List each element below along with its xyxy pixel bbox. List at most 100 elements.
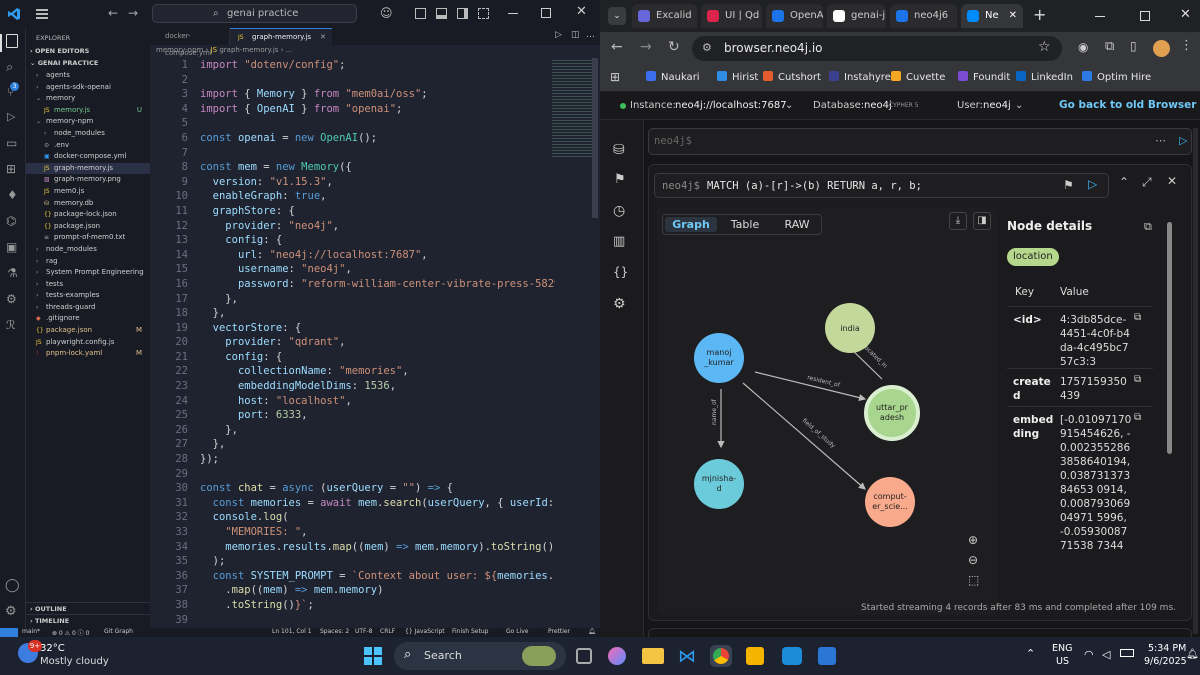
browser-close-icon[interactable]: ✕ xyxy=(1180,7,1191,22)
tray-chevron-icon[interactable]: ⌃ xyxy=(1026,647,1035,660)
bookmark-item[interactable]: Cutshort xyxy=(763,71,821,83)
file-tree-item[interactable]: ! pnpm-lock.yaml M xyxy=(26,348,150,360)
file-tree-item[interactable]: JS playwright.config.js xyxy=(26,337,150,349)
code-line[interactable]: 9 version: "v1.15.3", xyxy=(150,175,555,190)
close-icon[interactable]: ✕ xyxy=(576,4,587,19)
code-line[interactable]: 8 const mem = new Memory({ xyxy=(150,160,555,175)
file-tree-item[interactable]: › threads-guard xyxy=(26,302,150,314)
tab-docker-compose[interactable]: docker-compose.yml xyxy=(150,28,230,57)
bookmark-item[interactable]: Instahyre xyxy=(829,71,891,83)
taskbar-search[interactable]: ⌕ Search xyxy=(394,642,566,670)
language-code[interactable]: ENG xyxy=(1052,643,1072,654)
extensions-icon[interactable]: ⊞ xyxy=(6,162,16,176)
code-line[interactable]: 7 xyxy=(150,146,555,161)
copy-value-icon[interactable]: ⧉ xyxy=(1134,374,1141,385)
account-icon[interactable]: ◯ xyxy=(5,578,20,593)
status-indentation[interactable]: Spaces: 2 xyxy=(320,628,349,635)
database-value[interactable]: neo4j xyxy=(864,100,892,111)
code-line[interactable]: 17 }, xyxy=(150,292,555,307)
forward-arrow-icon[interactable]: → xyxy=(128,6,138,20)
run-query-icon[interactable]: ▷ xyxy=(1179,134,1187,147)
keyboard-layout[interactable]: US xyxy=(1056,656,1069,667)
browser-menu-icon[interactable]: ⋮ xyxy=(1180,38,1193,53)
chrome-taskbar-active[interactable] xyxy=(710,645,732,667)
editor-scrollbar[interactable] xyxy=(592,58,598,218)
cypher-editor[interactable]: neo4j$ ⋯ ▷ xyxy=(648,128,1192,155)
frame-query[interactable]: neo4j$ MATCH (a)-[r]->(b) RETURN a, r, b… xyxy=(654,173,1109,198)
user-value[interactable]: neo4j xyxy=(983,100,1011,111)
manage-gear-icon[interactable]: ⚙ xyxy=(5,604,17,619)
browser-tab[interactable]: OpenA xyxy=(766,4,823,28)
customize-layout-icon[interactable] xyxy=(478,8,489,19)
status-branch[interactable]: main* xyxy=(22,628,40,635)
zoom-in-icon[interactable]: ⊕ xyxy=(968,533,978,547)
file-tree-item[interactable]: › rag xyxy=(26,256,150,268)
browser-tab[interactable]: Excalid xyxy=(632,4,697,28)
run-icon[interactable]: ▷ xyxy=(555,30,562,40)
code-line[interactable]: 30 const chat = async (userQuery = "") =>… xyxy=(150,481,555,496)
notes-app-icon[interactable] xyxy=(746,647,764,665)
task-view-icon[interactable] xyxy=(576,648,592,664)
minimize-icon[interactable] xyxy=(508,13,518,14)
apps-grid-icon[interactable]: ⊞ xyxy=(610,70,620,84)
remote-indicator[interactable] xyxy=(0,628,18,637)
history-icon[interactable]: ◷ xyxy=(613,203,625,219)
code-line[interactable]: 3 import { Memory } from "mem0ai/oss"; xyxy=(150,87,555,102)
code-line[interactable]: 36 const SYSTEM_PROMPT = `Context about … xyxy=(150,569,555,584)
extension-icon[interactable]: ℛ xyxy=(6,318,16,332)
volume-icon[interactable]: ◁ xyxy=(1102,648,1110,661)
tab-close-icon[interactable]: ✕ xyxy=(320,29,326,46)
toggle-sidebar-icon[interactable] xyxy=(415,8,426,19)
code-line[interactable]: 14 url: "neo4j://localhost:7687", xyxy=(150,248,555,263)
code-line[interactable]: 39 xyxy=(150,613,555,628)
file-tree-item[interactable]: {} package.json M xyxy=(26,325,150,337)
edge-field-of-study[interactable] xyxy=(742,382,866,490)
minimap[interactable] xyxy=(552,58,592,158)
bookmark-item[interactable]: LinkedIn xyxy=(1016,71,1073,83)
file-tree-item[interactable]: › System Prompt Engineering xyxy=(26,267,150,279)
file-tree-item[interactable]: ⛁ memory.db xyxy=(26,198,150,210)
code-line[interactable]: 24 host: "localhost", xyxy=(150,394,555,409)
docker-icon[interactable]: ▣ xyxy=(6,240,17,254)
code-line[interactable]: 32 console.log( xyxy=(150,510,555,525)
command-center-search[interactable]: ⌕ genai practice xyxy=(152,4,357,23)
fit-view-icon[interactable]: ⬚ xyxy=(968,573,979,587)
browser-forward-icon[interactable]: → xyxy=(640,39,652,55)
file-tree-item[interactable]: {} package.json xyxy=(26,221,150,233)
code-line[interactable]: 33 "MEMORIES: ", xyxy=(150,525,555,540)
code-line[interactable]: 16 password: "reform-william-center-vibr… xyxy=(150,277,555,292)
maximize-icon[interactable] xyxy=(541,8,551,18)
code-line[interactable]: 20 provider: "qdrant", xyxy=(150,335,555,350)
node-label-pill[interactable]: location xyxy=(1007,248,1059,266)
file-tree-item[interactable]: › tests-examples xyxy=(26,290,150,302)
user-chevron-icon[interactable]: ⌄ xyxy=(1015,100,1023,111)
more-actions-icon[interactable]: … xyxy=(586,30,595,40)
copy-value-icon[interactable]: ⧉ xyxy=(1134,312,1141,323)
notifications-bell-icon[interactable]: 🔔︎ xyxy=(588,628,596,635)
testing-icon[interactable]: ⚗ xyxy=(7,266,18,280)
collapse-up-icon[interactable]: ⌃ xyxy=(1119,175,1129,189)
file-tree-item[interactable]: › agents-sdk-openai xyxy=(26,82,150,94)
file-tree-item[interactable]: JS mem0.js xyxy=(26,186,150,198)
code-editor[interactable]: 1 import "dotenv/config"; 2 3 import { Memor… xyxy=(150,58,555,628)
code-line[interactable]: 18 }, xyxy=(150,306,555,321)
file-tree-item[interactable]: ⚙ .env xyxy=(26,140,150,152)
status-prettier[interactable]: Prettier xyxy=(548,628,570,635)
weather-temperature[interactable]: 32°C xyxy=(40,643,65,654)
status-go-live[interactable]: Go Live xyxy=(506,628,528,635)
code-line[interactable]: 21 config: { xyxy=(150,350,555,365)
code-line[interactable]: 15 username: "neo4j", xyxy=(150,262,555,277)
bookmark-item[interactable]: Hirist xyxy=(717,71,758,83)
browser-back-icon[interactable]: ← xyxy=(611,39,623,55)
code-line[interactable]: 31 const memories = await mem.search(use… xyxy=(150,496,555,511)
status-problems[interactable]: ⊗ 0 ⚠ 0 ⓘ 0 xyxy=(52,628,89,637)
instance-chevron-icon[interactable]: ⌄ xyxy=(785,100,793,111)
guides-book-icon[interactable]: ▥ xyxy=(613,234,625,249)
file-tree-item[interactable]: ▨ graph-memory.png xyxy=(26,174,150,186)
graph-canvas[interactable]: Graph Table RAW ⤓ ◨ resident_of located_… xyxy=(657,207,997,615)
back-arrow-icon[interactable]: ← xyxy=(108,6,118,20)
docker-taskbar-icon[interactable] xyxy=(782,647,802,665)
code-line[interactable]: 25 port: 6333, xyxy=(150,408,555,423)
timeline-header[interactable]: › TIMELINE xyxy=(26,614,150,627)
breadcrumb-more[interactable]: ... xyxy=(286,46,293,54)
